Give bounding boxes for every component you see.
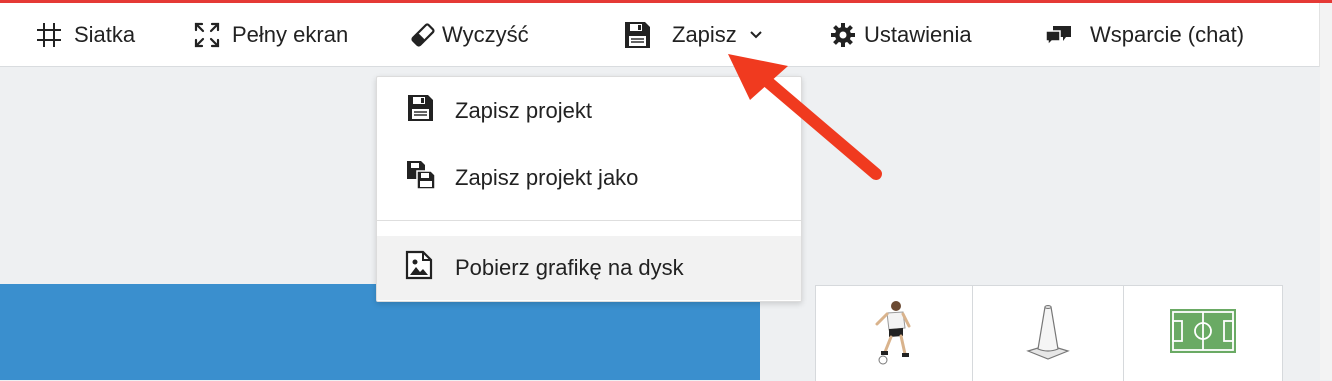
grid-button[interactable]: Siatka (36, 3, 135, 66)
save-dropdown-button[interactable]: Zapisz (622, 3, 763, 66)
support-chat-label: Wsparcie (chat) (1090, 21, 1245, 47)
menu-item-save-project[interactable]: Zapisz projekt (377, 77, 801, 145)
eraser-icon (410, 22, 436, 48)
element-palette (815, 285, 1283, 381)
support-chat-button[interactable]: Wsparcie (chat) (1044, 3, 1244, 66)
menu-item-label: Zapisz projekt jako (455, 165, 639, 190)
menu-item-save-project-as[interactable]: Zapisz projekt jako (377, 145, 801, 211)
chevron-down-icon (749, 30, 763, 40)
image-file-icon (405, 250, 433, 286)
gear-icon (830, 22, 856, 48)
save-label: Zapisz (672, 21, 737, 47)
floppy-disk-icon (622, 20, 652, 50)
cone-icon (1023, 301, 1073, 366)
settings-label: Ustawienia (864, 21, 972, 47)
save-dropdown-menu: Zapisz projekt Zapisz projekt jako Pobie… (376, 76, 802, 302)
menu-item-download-image[interactable]: Pobierz grafikę na dysk (377, 236, 801, 300)
menu-divider (377, 220, 801, 221)
vertical-scrollbar[interactable] (1319, 3, 1332, 380)
floppy-disks-icon (405, 159, 437, 197)
fullscreen-label: Pełny ekran (232, 21, 349, 47)
player-icon (869, 296, 919, 371)
toolbar: Siatka Pełny ekran Wyczyść Zapisz Ustawi… (0, 3, 1320, 67)
menu-item-label: Pobierz grafikę na dysk (455, 255, 684, 280)
football-pitch-icon (1170, 309, 1236, 358)
clear-button[interactable]: Wyczyść (410, 3, 529, 66)
settings-button[interactable]: Ustawienia (830, 3, 972, 66)
palette-pitch[interactable] (1124, 286, 1282, 381)
fullscreen-icon (194, 22, 220, 48)
menu-item-label: Zapisz projekt (455, 98, 592, 123)
floppy-disk-icon (405, 93, 435, 129)
chat-bubbles-icon (1044, 22, 1074, 48)
palette-cone[interactable] (973, 286, 1124, 381)
fullscreen-button[interactable]: Pełny ekran (194, 3, 348, 66)
grid-label: Siatka (74, 21, 136, 47)
clear-label: Wyczyść (442, 21, 529, 47)
palette-player[interactable] (816, 286, 973, 381)
grid-icon (36, 22, 62, 48)
